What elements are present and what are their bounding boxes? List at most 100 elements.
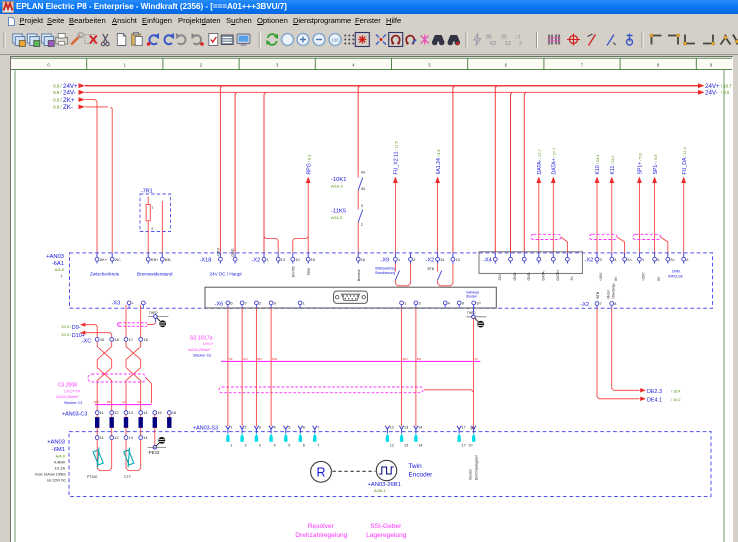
svg-text:15: 15 — [311, 258, 315, 262]
svg-text:S=: S= — [470, 426, 475, 430]
svg-text:WH: WH — [272, 357, 277, 361]
svg-text:+AN03: +AN03 — [47, 440, 65, 446]
svg-text:Drehzahlregelung: Drehzahlregelung — [295, 532, 347, 539]
svg-text:BTB: BTB — [596, 291, 600, 298]
svg-text:RPG / 9.3: RPG / 9.3 — [306, 155, 312, 175]
svg-text:Standheizung: Standheizung — [375, 271, 395, 275]
svg-text:S=: S= — [469, 443, 474, 447]
svg-text:THED: THED — [149, 311, 158, 315]
svg-text:-X2: -X2 — [252, 258, 261, 264]
svg-text:Encoder: Encoder — [409, 471, 434, 478]
svg-text:K11 / 23.1: K11 / 23.1 — [610, 155, 616, 174]
svg-text:6: 6 — [303, 443, 305, 447]
svg-text:FRG: FRG — [307, 267, 311, 275]
svg-text:-X2: -X2 — [581, 302, 590, 308]
svg-text:1: 1 — [404, 301, 406, 305]
svg-text:6.9 /: 6.9 / — [53, 105, 62, 110]
svg-text:2: 2 — [413, 258, 415, 262]
svg-text:1: 1 — [398, 258, 400, 262]
svg-text:Stecker S3: Stecker S3 — [193, 354, 211, 358]
svg-text:10,1A: 10,1A — [55, 466, 66, 471]
svg-text:S3.1017a: S3.1017a — [190, 335, 213, 341]
svg-text:6A1.24 / 9.9: 6A1.24 / 9.9 — [436, 150, 442, 175]
svg-text:3: 3 — [419, 301, 421, 305]
svg-text:/ 10.2: / 10.2 — [671, 398, 681, 402]
svg-text:+24V: +24V — [216, 248, 220, 257]
svg-text:9: 9 — [686, 258, 688, 262]
svg-text:-6A1: -6A1 — [52, 261, 64, 267]
svg-text:THED: THED — [467, 311, 476, 315]
svg-text:2: 2 — [361, 223, 363, 227]
svg-text:6.9 /: 6.9 / — [53, 90, 62, 95]
svg-text:S=: S= — [570, 276, 574, 281]
svg-text:4: 4 — [448, 301, 450, 305]
svg-text:Resolver: Resolver — [308, 523, 335, 530]
svg-text:6: 6 — [657, 258, 659, 262]
svg-text:24V: 24V — [498, 274, 502, 281]
svg-text:GND: GND — [513, 272, 517, 280]
svg-text:7: 7 — [245, 301, 247, 305]
svg-text:KB-: KB- — [165, 257, 172, 262]
svg-text:19.4 /: 19.4 / — [61, 333, 71, 337]
svg-text:6.9 /: 6.9 / — [53, 84, 62, 89]
svg-text:17: 17 — [129, 338, 133, 342]
svg-text:14: 14 — [418, 443, 422, 447]
svg-text:S=: S= — [476, 301, 482, 305]
svg-text:S=: S= — [627, 258, 633, 262]
svg-text:17: 17 — [462, 426, 466, 430]
svg-text:4,4kW: 4,4kW — [54, 460, 66, 465]
svg-text:3: 3 — [259, 443, 261, 447]
svg-text:24: 24 — [440, 258, 444, 262]
svg-text:PT100: PT100 — [87, 475, 97, 479]
svg-text:4: 4 — [614, 258, 616, 262]
svg-text:BN: BN — [107, 400, 111, 404]
svg-text:1: 1 — [303, 301, 305, 305]
svg-text:12: 12 — [390, 426, 394, 430]
svg-text:Imax 16A bei 100km: Imax 16A bei 100km — [35, 473, 66, 477]
svg-text:CTY: CTY — [124, 475, 132, 479]
svg-text:24V DC / Haupt: 24V DC / Haupt — [210, 272, 243, 277]
svg-text:/ 16.4: / 16.4 — [671, 389, 681, 393]
svg-text:DATA-: DATA- — [541, 269, 545, 280]
svg-text:0V: 0V — [657, 276, 661, 281]
svg-text:S=: S= — [475, 357, 479, 361]
svg-text:8: 8 — [614, 302, 616, 306]
svg-text:GN: GN — [122, 400, 127, 404]
svg-text:7: 7 — [317, 443, 319, 447]
svg-text:+20V: +20V — [599, 272, 603, 281]
svg-text:Stecker C3: Stecker C3 — [64, 401, 82, 405]
svg-text:Bremswiderstand: Bremswiderstand — [137, 272, 173, 277]
svg-text:4x2x0,25mm²: 4x2x0,25mm² — [188, 348, 211, 352]
svg-text:19.4 /: 19.4 / — [61, 325, 71, 329]
svg-text:4: 4 — [274, 443, 276, 447]
svg-text:A/10.3: A/10.3 — [331, 184, 343, 189]
svg-text:-X2: -X2 — [426, 258, 435, 264]
svg-text:A/4.0: A/4.0 — [55, 267, 65, 272]
svg-text:Stecker: Stecker — [469, 468, 473, 480]
svg-text:GND: GND — [527, 272, 531, 280]
svg-text:-11K5: -11K5 — [331, 209, 346, 215]
svg-text:7: 7 — [60, 274, 63, 279]
svg-text:Lageregelung: Lageregelung — [366, 532, 407, 539]
svg-text:A/26.1: A/26.1 — [374, 488, 386, 493]
svg-text:SSI-Geber: SSI-Geber — [370, 523, 402, 530]
svg-text:-: - — [146, 301, 148, 305]
svg-text:BTB: BTB — [428, 267, 435, 271]
svg-text:1: 1 — [642, 258, 644, 262]
svg-text:3: 3 — [361, 204, 363, 208]
svg-text:LiYCY: LiYCY — [203, 342, 214, 346]
svg-text:-X18: -X18 — [200, 258, 212, 264]
svg-text:10: 10 — [295, 258, 299, 262]
svg-text:-X4: -X4 — [483, 258, 492, 264]
svg-text:-XC: -XC — [82, 339, 92, 345]
svg-text:14: 14 — [143, 436, 147, 440]
svg-text:-X6: -X6 — [215, 301, 224, 307]
svg-text:SP1- / 5.9: SP1- / 5.9 — [653, 155, 659, 175]
svg-text:EN PO: EN PO — [292, 266, 296, 277]
svg-text:Übertemp.: Übertemp. — [611, 283, 615, 299]
svg-text:15: 15 — [100, 338, 104, 342]
svg-text:DATA+: DATA+ — [556, 269, 560, 280]
svg-text:WH: WH — [94, 400, 99, 404]
svg-text:17: 17 — [462, 443, 466, 447]
svg-text:24V-: 24V- — [705, 90, 718, 97]
